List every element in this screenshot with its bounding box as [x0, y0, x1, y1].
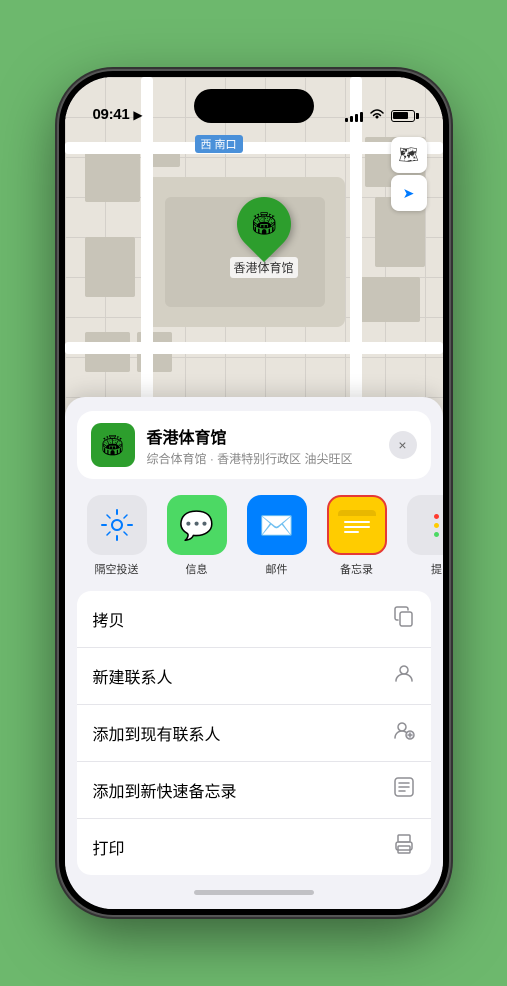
signal-bar-4: [360, 112, 363, 122]
quick-note-icon: [393, 776, 415, 804]
signal-bar-1: [345, 118, 348, 122]
wifi-icon: [369, 108, 385, 123]
status-icons: [345, 108, 415, 123]
copy-label: 拷贝: [93, 607, 125, 631]
share-mail[interactable]: ✉️ 邮件: [237, 495, 317, 577]
stadium-icon: 🏟: [250, 211, 278, 237]
action-add-existing[interactable]: 添加到现有联系人: [77, 705, 431, 762]
action-list: 拷贝 新建联系人: [77, 591, 431, 875]
map-layers-button[interactable]: 🗺: [391, 137, 427, 173]
dot-yellow: [434, 523, 439, 528]
home-bar: [194, 890, 314, 895]
new-contact-icon: [393, 662, 415, 690]
pin-circle: 🏟: [225, 186, 301, 262]
more-label: 提: [431, 561, 442, 577]
building-1: [85, 147, 140, 202]
notes-icon-wrap: [327, 495, 387, 555]
quick-note-label: 添加到新快速备忘录: [93, 778, 237, 802]
road-prefix: 西: [201, 136, 212, 152]
location-button[interactable]: ➤: [391, 175, 427, 211]
signal-bar-3: [355, 114, 358, 122]
share-more[interactable]: 提: [397, 495, 443, 577]
road-h-mid: [65, 342, 443, 354]
copy-icon: [393, 605, 415, 633]
mail-label: 邮件: [266, 561, 288, 577]
share-airdrop[interactable]: 隔空投送: [77, 495, 157, 577]
action-new-contact[interactable]: 新建联系人: [77, 648, 431, 705]
messages-icon: 💬: [179, 509, 214, 542]
share-row: 隔空投送 💬 信息 ✉️ 邮件: [65, 479, 443, 585]
status-time: 09:41: [93, 106, 130, 123]
signal-bars: [345, 110, 363, 122]
location-logo: 🏟: [91, 423, 135, 467]
dynamic-island: [194, 89, 314, 123]
print-label: 打印: [93, 835, 125, 859]
map-layers-icon: 🗺: [398, 145, 418, 165]
close-icon: ×: [398, 437, 406, 453]
more-icon-wrap: [407, 495, 443, 555]
road-h-top: [65, 142, 443, 154]
home-indicator: [65, 875, 443, 909]
bottom-sheet: 🏟 香港体育馆 综合体育馆 · 香港特别行政区 油尖旺区 ×: [65, 397, 443, 909]
messages-label: 信息: [186, 561, 208, 577]
close-button[interactable]: ×: [389, 431, 417, 459]
building-3: [85, 237, 135, 297]
share-notes[interactable]: 备忘录: [317, 495, 397, 577]
notes-icon: [338, 506, 376, 544]
location-arrow-icon: ▶: [133, 108, 142, 122]
battery-icon: [391, 110, 415, 122]
messages-icon-wrap: 💬: [167, 495, 227, 555]
airdrop-icon-wrap: [87, 495, 147, 555]
map-controls: 🗺 ➤: [391, 137, 427, 211]
share-messages[interactable]: 💬 信息: [157, 495, 237, 577]
phone-screen: 09:41 ▶: [65, 77, 443, 909]
location-info: 香港体育馆 综合体育馆 · 香港特别行政区 油尖旺区: [147, 424, 377, 467]
action-print[interactable]: 打印: [77, 819, 431, 875]
mail-icon: ✉️: [259, 509, 294, 542]
location-card: 🏟 香港体育馆 综合体育馆 · 香港特别行政区 油尖旺区 ×: [77, 411, 431, 479]
location-name: 香港体育馆: [147, 424, 377, 448]
action-quick-note[interactable]: 添加到新快速备忘录: [77, 762, 431, 819]
dot-green: [434, 532, 439, 537]
map-pin[interactable]: 🏟 香港体育馆: [230, 197, 298, 278]
battery-fill: [393, 112, 408, 119]
add-existing-icon: [393, 719, 415, 747]
add-existing-label: 添加到现有联系人: [93, 721, 221, 745]
new-contact-label: 新建联系人: [93, 664, 173, 688]
location-logo-icon: 🏟: [100, 433, 125, 458]
print-icon: [393, 833, 415, 861]
phone-frame: 09:41 ▶: [59, 71, 449, 915]
notes-label: 备忘录: [340, 561, 373, 577]
dot-red: [434, 514, 439, 519]
airdrop-label: 隔空投送: [95, 561, 139, 577]
more-dots: [434, 514, 439, 537]
action-copy[interactable]: 拷贝: [77, 591, 431, 648]
mail-icon-wrap: ✉️: [247, 495, 307, 555]
signal-bar-2: [350, 116, 353, 122]
location-arrow-icon: ➤: [403, 185, 415, 202]
airdrop-icon: [101, 509, 133, 541]
location-subtitle: 综合体育馆 · 香港特别行政区 油尖旺区: [147, 450, 377, 467]
road-name: 南口: [215, 136, 237, 152]
building-6: [355, 277, 420, 322]
road-label: 西 南口: [195, 135, 243, 153]
